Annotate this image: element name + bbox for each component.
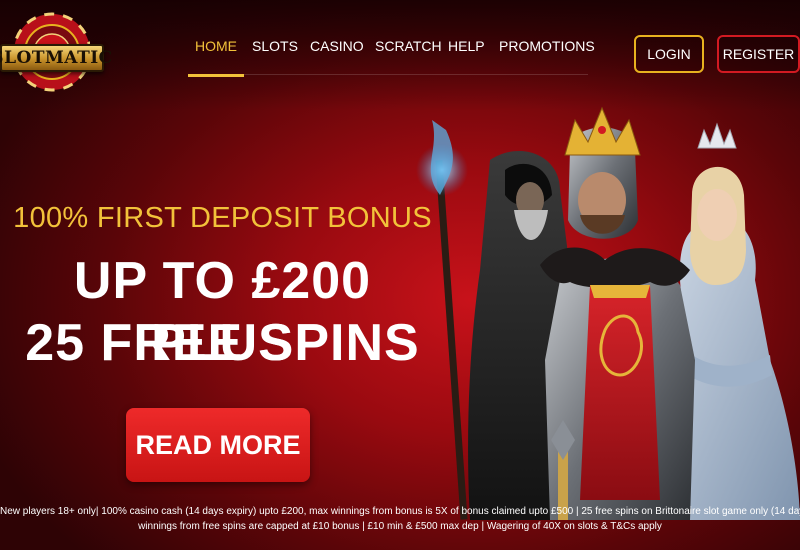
- read-more-button[interactable]: READ MORE: [126, 408, 310, 482]
- terms-line-2: winnings from free spins are capped at £…: [138, 521, 662, 532]
- promo-page: SLOTMATIC HOME SLOTS CASINO SCRATCH HELP…: [0, 0, 800, 550]
- nav-item-help[interactable]: HELP: [448, 30, 485, 76]
- logo[interactable]: SLOTMATIC: [0, 6, 112, 102]
- logo-wordmark: SLOTMATIC: [0, 44, 112, 72]
- nav-item-home[interactable]: HOME: [188, 30, 244, 77]
- login-button[interactable]: LOGIN: [634, 35, 704, 73]
- bonus-subtitle: 100% FIRST DEPOSIT BONUS: [13, 202, 432, 234]
- nav-item-promotions[interactable]: PROMOTIONS: [499, 30, 595, 76]
- main-nav: HOME SLOTS CASINO SCRATCH HELP PROMOTION…: [188, 30, 595, 80]
- nav-item-scratch[interactable]: SCRATCH: [375, 30, 442, 76]
- logo-text: SLOTMATIC: [0, 48, 113, 68]
- terms-disclaimer: New players 18+ only| 100% casino cash (…: [0, 504, 800, 548]
- register-button[interactable]: REGISTER: [717, 35, 800, 73]
- terms-line-1: New players 18+ only| 100% casino cash (…: [0, 506, 800, 517]
- nav-item-casino[interactable]: CASINO: [310, 30, 364, 76]
- bonus-headline-line2: 25 FREE SPINS: [25, 314, 420, 372]
- hero-characters-illustration: [416, 106, 800, 520]
- nav-item-slots[interactable]: SLOTS: [252, 30, 298, 76]
